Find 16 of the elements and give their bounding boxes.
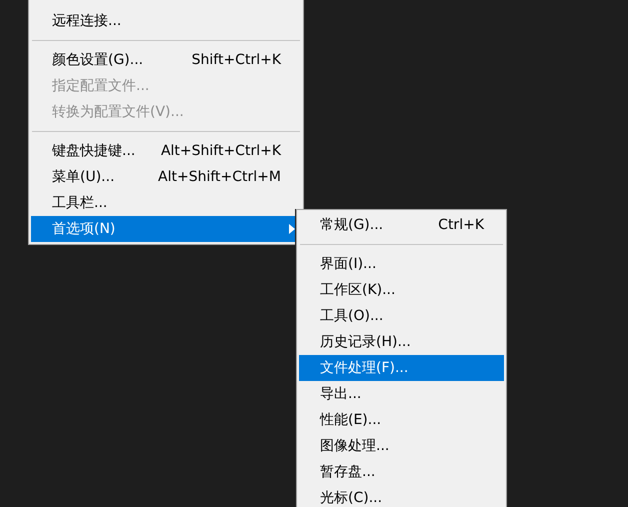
menu-item[interactable]: 光标(C)... <box>299 485 504 507</box>
menu-item[interactable]: 性能(E)... <box>299 407 504 433</box>
menu-item[interactable]: 导出... <box>299 381 504 407</box>
menu-item[interactable]: 远程连接... <box>31 8 301 34</box>
menu-item[interactable]: 文件处理(F)... <box>299 355 504 381</box>
menu-item[interactable]: 工作区(K)... <box>299 277 504 303</box>
menu-item[interactable]: 颜色设置(G)... Shift+Ctrl+K <box>31 47 301 73</box>
menu-item[interactable]: 工具栏... <box>31 190 301 216</box>
menu-item[interactable]: 菜单(U)... Alt+Shift+Ctrl+M <box>31 164 301 190</box>
menu-item[interactable]: 历史记录(H)... <box>299 329 504 355</box>
menu-item[interactable]: 界面(I)... <box>299 251 504 277</box>
menu-item[interactable]: 图像处理... <box>299 433 504 459</box>
menu-item[interactable]: 常规(G)... Ctrl+K <box>299 212 504 238</box>
menu-item[interactable]: 键盘快捷键... Alt+Shift+Ctrl+K <box>31 138 301 164</box>
menu-item[interactable]: 工具(O)... <box>299 303 504 329</box>
menu-item[interactable]: 暂存盘... <box>299 459 504 485</box>
